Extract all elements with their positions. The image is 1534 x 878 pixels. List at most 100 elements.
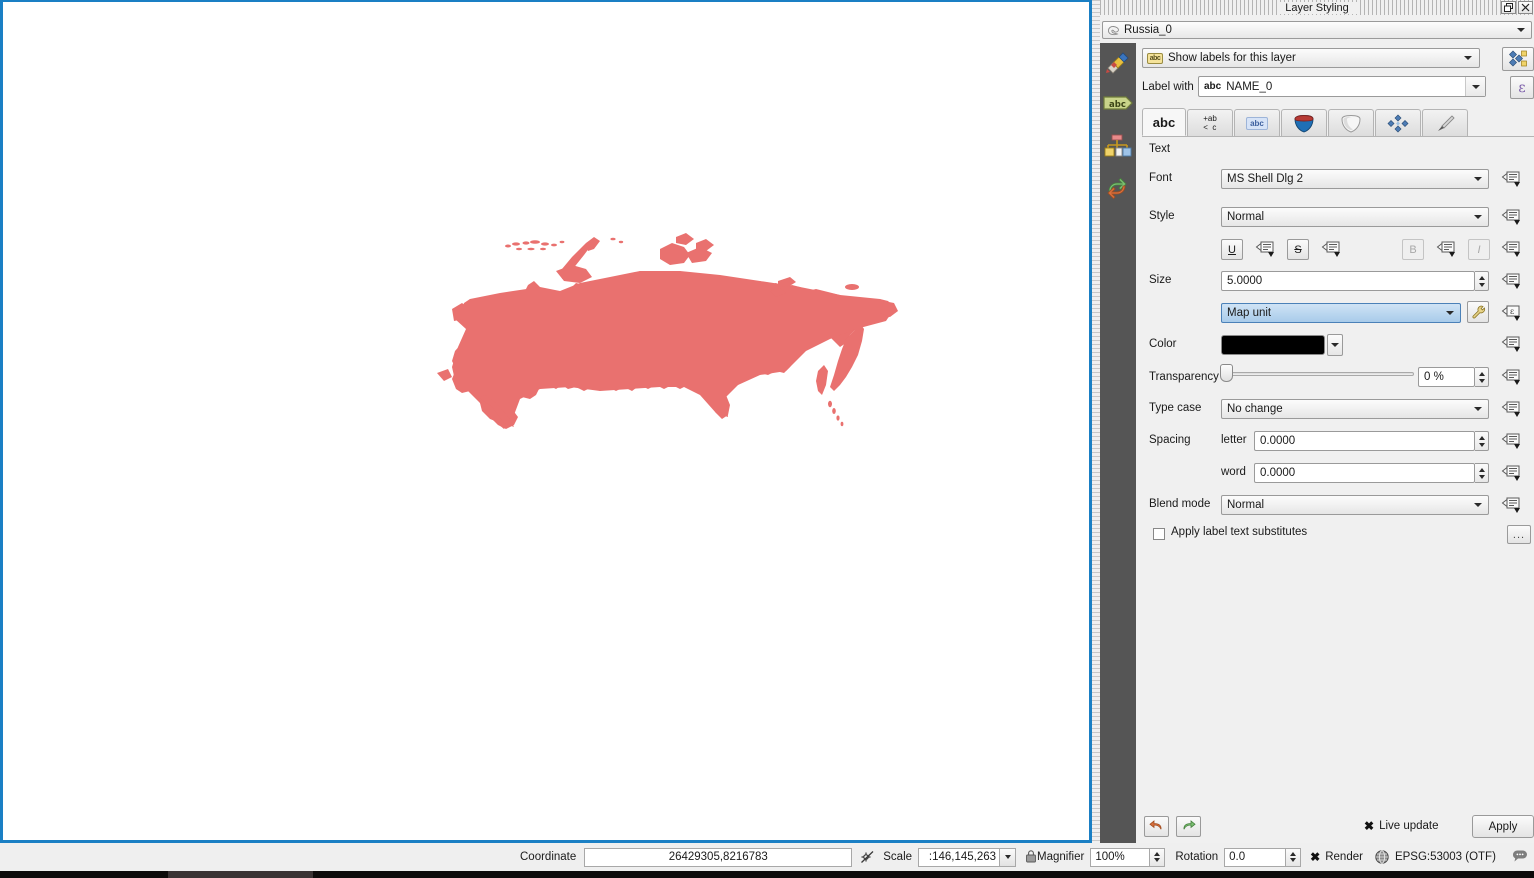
bold-label: B xyxy=(1409,243,1417,256)
size-unit-combo[interactable]: Map unit xyxy=(1221,303,1461,323)
map-canvas[interactable] xyxy=(0,0,1092,843)
render-checkbox[interactable]: ✖ Render xyxy=(1310,851,1363,863)
magnifier-input[interactable]: 100% xyxy=(1090,847,1151,867)
coordinate-toggle-icon[interactable] xyxy=(860,850,875,865)
type-case-combo[interactable]: No change xyxy=(1221,399,1489,419)
spacing-word-input[interactable]: 0.0000 xyxy=(1254,463,1475,483)
magnifier-stepper[interactable] xyxy=(1150,847,1166,867)
spacing-letter-input[interactable]: 0.0000 xyxy=(1254,431,1475,451)
tab-buffer-label: abc xyxy=(1246,116,1268,130)
text-color-dropdown-arrow[interactable] xyxy=(1327,334,1343,356)
status-bar-right: Magnifier 100% Rotation 0.0 ✖ Render EPS… xyxy=(1037,843,1534,871)
scale-lock-icon[interactable] xyxy=(1025,849,1037,866)
scale-input[interactable]: :146,145,263 xyxy=(918,847,1001,867)
style-data-defined-override-button[interactable] xyxy=(1500,207,1522,227)
rotation-stepper[interactable] xyxy=(1286,847,1302,867)
wrench-icon xyxy=(1471,305,1485,318)
qgis-window: Coordinate 26429305,8216783 Scale :146,1… xyxy=(0,0,1534,878)
apply-substitutes-checkbox[interactable] xyxy=(1153,528,1165,540)
size-input[interactable]: 5.0000 xyxy=(1221,271,1475,291)
type-case-data-defined-override-button[interactable] xyxy=(1500,399,1522,419)
font-data-defined-override-button[interactable] xyxy=(1500,169,1522,189)
spacing-word-stepper[interactable] xyxy=(1475,463,1489,483)
labeling-mode-arrow-icon[interactable] xyxy=(1457,49,1479,67)
layer-selector-combo[interactable]: Russia_0 xyxy=(1102,21,1532,39)
layer-combo-arrow-icon[interactable] xyxy=(1511,22,1531,38)
bold-button[interactable]: B xyxy=(1402,239,1424,260)
strikethrough-button[interactable]: S xyxy=(1287,239,1309,260)
font-combo-arrow-icon[interactable] xyxy=(1469,170,1487,188)
tab-text[interactable]: abc xyxy=(1142,108,1186,136)
messages-bubble-icon[interactable] xyxy=(1512,849,1528,866)
rail-item-history[interactable] xyxy=(1100,169,1136,209)
substitutes-editor-button[interactable]: ... xyxy=(1507,525,1531,544)
transparency-data-defined-override-button[interactable] xyxy=(1500,367,1522,387)
labeling-mode-combo[interactable]: abc Show labels for this layer xyxy=(1142,48,1480,68)
live-update-check-mark: ✖ xyxy=(1364,819,1375,833)
bold-data-defined-override-button[interactable] xyxy=(1435,239,1457,259)
underline-button[interactable]: U xyxy=(1221,239,1243,260)
rail-item-symbology[interactable] xyxy=(1100,43,1136,81)
spacing-letter-stepper[interactable] xyxy=(1475,431,1489,451)
transparency-slider-track[interactable] xyxy=(1226,372,1414,376)
crs-label[interactable]: EPSG:53003 (OTF) xyxy=(1395,851,1496,863)
label-with-row: Label with abc NAME_0 ε xyxy=(1142,76,1534,100)
rotation-input[interactable]: 0.0 xyxy=(1224,847,1287,867)
font-combo[interactable]: MS Shell Dlg 2 xyxy=(1221,169,1489,189)
rail-item-diagrams[interactable] xyxy=(1100,125,1136,169)
tab-placement[interactable] xyxy=(1375,109,1421,136)
italic-data-defined-override-button[interactable] xyxy=(1500,239,1522,259)
spacing-word-data-defined-override-button[interactable] xyxy=(1500,463,1522,483)
transparency-input[interactable]: 0 % xyxy=(1418,367,1475,387)
type-case-arrow-icon[interactable] xyxy=(1469,400,1487,418)
undo-arrow-icon xyxy=(1149,820,1162,830)
label-field-arrow-icon[interactable] xyxy=(1465,77,1485,96)
tab-formatting[interactable]: +ab < c xyxy=(1187,109,1233,136)
tab-background[interactable] xyxy=(1281,109,1327,136)
panel-splitter-handle[interactable] xyxy=(1092,0,1100,843)
panel-close-button[interactable] xyxy=(1518,1,1533,14)
tab-shadow[interactable] xyxy=(1328,109,1374,136)
size-data-defined-override-button[interactable] xyxy=(1500,271,1522,291)
label-field-combo[interactable]: abc NAME_0 xyxy=(1198,76,1486,97)
magnifier-label: Magnifier xyxy=(1037,851,1085,863)
style-combo[interactable]: Normal xyxy=(1221,207,1489,227)
data-defined-override-expression-icon: ε xyxy=(1501,305,1520,321)
tab-buffer[interactable]: abc xyxy=(1234,109,1280,136)
color-data-defined-override-button[interactable] xyxy=(1500,334,1522,354)
blend-mode-combo[interactable]: Normal xyxy=(1221,495,1489,515)
size-stepper[interactable] xyxy=(1475,271,1489,291)
rail-item-labels[interactable]: abc xyxy=(1100,81,1136,125)
live-update-checkbox[interactable]: ✖ Live update xyxy=(1364,820,1439,832)
panel-float-button[interactable] xyxy=(1501,1,1516,14)
unit-data-defined-override-button[interactable]: ε xyxy=(1500,303,1522,323)
expression-editor-button[interactable]: ε xyxy=(1510,76,1534,99)
text-color-swatch[interactable] xyxy=(1221,335,1325,355)
italic-button[interactable]: I xyxy=(1468,239,1490,260)
data-defined-override-icon xyxy=(1321,241,1340,257)
tab-text-label: abc xyxy=(1152,114,1176,130)
size-unit-arrow-icon[interactable] xyxy=(1441,304,1459,322)
transparency-stepper[interactable] xyxy=(1475,367,1489,387)
spacing-letter-data-defined-override-button[interactable] xyxy=(1500,431,1522,451)
undo-button[interactable] xyxy=(1144,816,1169,837)
unit-settings-button[interactable] xyxy=(1467,301,1489,323)
style-combo-arrow-icon[interactable] xyxy=(1469,208,1487,226)
coordinate-input[interactable]: 26429305,8216783 xyxy=(584,847,853,867)
transparency-slider-handle[interactable] xyxy=(1220,364,1233,382)
tab-rendering[interactable] xyxy=(1422,109,1468,136)
panel-footer: ✖ Live update Apply xyxy=(1136,808,1534,843)
redo-button[interactable] xyxy=(1176,816,1201,837)
font-label: Font xyxy=(1149,172,1173,184)
underline-data-defined-override-button[interactable] xyxy=(1254,239,1276,259)
scale-dropdown-arrow[interactable] xyxy=(1000,847,1017,867)
labeling-engine-settings-button[interactable] xyxy=(1502,47,1534,71)
blend-mode-data-defined-override-button[interactable] xyxy=(1500,495,1522,515)
strikethrough-data-defined-override-button[interactable] xyxy=(1320,239,1342,259)
substitutes-editor-dots: ... xyxy=(1512,528,1526,541)
placement-diamond-icon xyxy=(1387,114,1409,132)
label-settings-tabs: abc +ab < c abc xyxy=(1142,108,1534,137)
apply-button[interactable]: Apply xyxy=(1472,815,1534,838)
crs-globe-icon[interactable] xyxy=(1375,850,1389,864)
blend-mode-arrow-icon[interactable] xyxy=(1469,496,1487,514)
